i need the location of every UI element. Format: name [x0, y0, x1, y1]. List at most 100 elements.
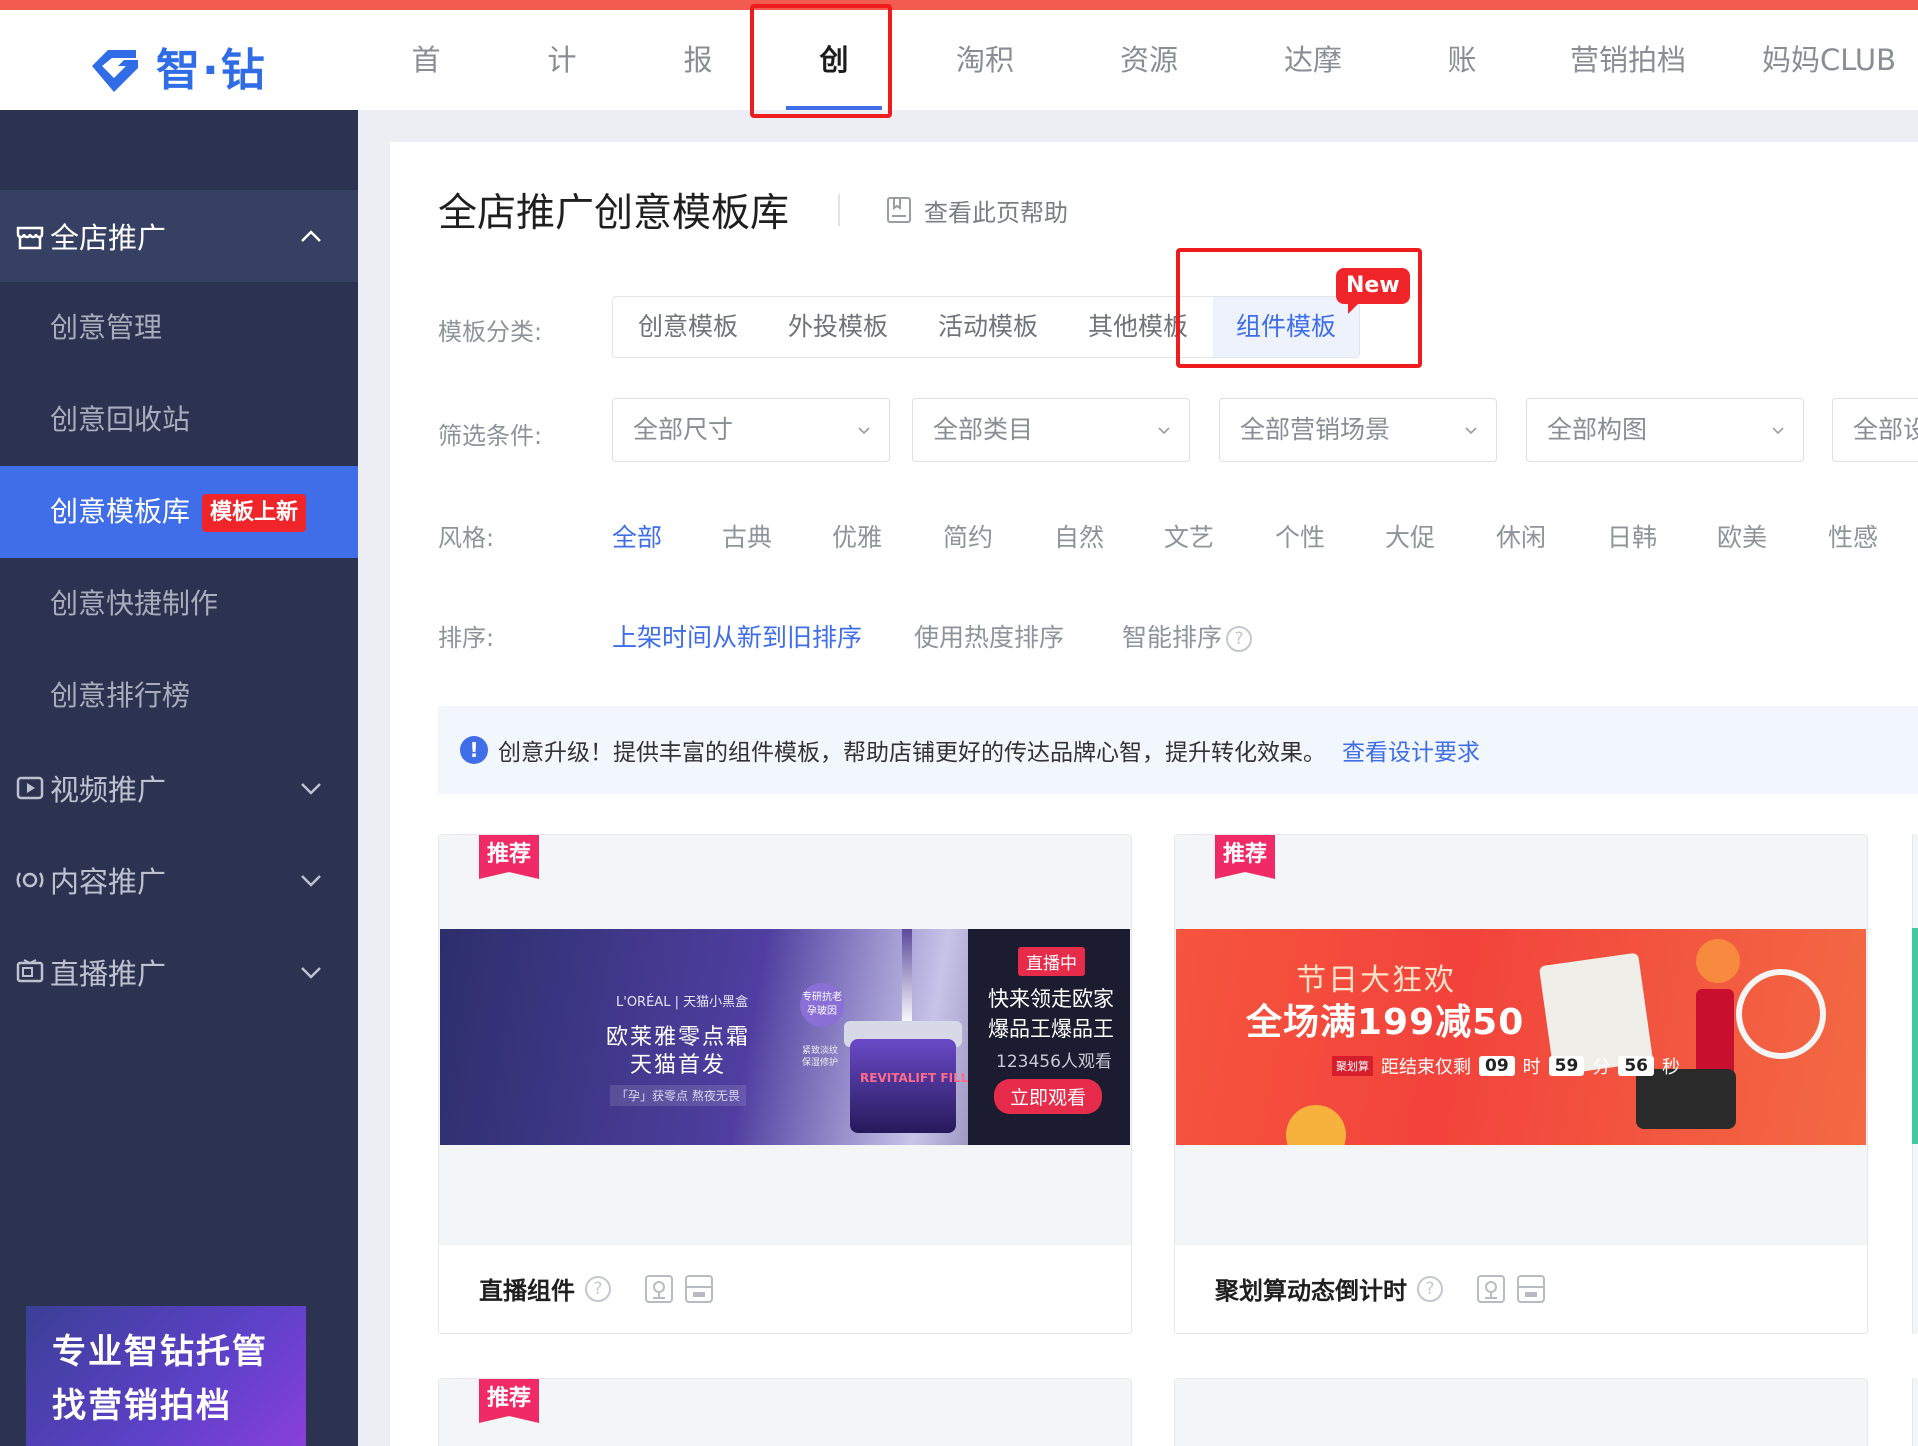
mobile-preview-icon[interactable] [683, 1273, 715, 1305]
design-requirements-link[interactable]: 查看设计要求 [1342, 733, 1480, 767]
brand-logo[interactable]: 智·钻 [86, 38, 267, 96]
sidebar-group-video[interactable]: 视频推广 [0, 742, 358, 834]
style-literary[interactable]: 文艺 [1164, 518, 1214, 554]
nav-account[interactable]: 账户 [1434, 10, 1490, 177]
sidebar-group-live[interactable]: 直播推广 [0, 926, 358, 1018]
sidebar-item-recycle-bin[interactable]: 创意回收站 [0, 374, 358, 466]
nav-creative[interactable]: 创意 [806, 10, 862, 177]
live-component-banner[interactable]: L'ORÉAL | 天猫小黑盒 欧莱雅零点霜 天猫首发 「孕」获零点 熬夜无畏 … [440, 929, 1130, 1145]
content-icon [16, 872, 44, 888]
nav-plan[interactable]: 计划 [534, 10, 590, 177]
design-select[interactable]: 全部设 [1832, 398, 1918, 462]
question-icon[interactable]: ? [585, 1275, 611, 1302]
pc-preview-icon[interactable] [643, 1273, 675, 1305]
template-card-partial[interactable] [1912, 1378, 1918, 1446]
nav-mama-club[interactable]: 妈妈CLUB [1760, 10, 1898, 110]
nav-partner[interactable]: 营销拍档 [1570, 10, 1686, 110]
live-icon [16, 959, 44, 983]
sidebar-group-store[interactable]: 全店推广 [0, 190, 358, 282]
logo-text: 智·钻 [156, 45, 267, 96]
style-all[interactable]: 全部 [612, 518, 662, 554]
style-casual[interactable]: 休闲 [1496, 518, 1546, 554]
card-footer: 聚划算动态倒计时 ? [1215, 1271, 1547, 1306]
tab-activity-template[interactable]: 活动模板 [913, 297, 1063, 357]
scene-select[interactable]: 全部营销场景 [1219, 398, 1497, 462]
template-card-partial-banner [1912, 928, 1918, 1144]
sidebar-item-creative-manage[interactable]: 创意管理 [0, 282, 358, 374]
question-icon[interactable]: ? [1226, 626, 1253, 652]
sort-smart[interactable]: 智能排序? [1122, 618, 1253, 654]
live-viewers: 123456人观看 [996, 1052, 1112, 1072]
style-sexy[interactable]: 性感 [1828, 518, 1878, 554]
watch-now-button[interactable]: 立即观看 [994, 1079, 1103, 1114]
tab-component-template[interactable]: 组件模板 [1213, 297, 1359, 357]
info-icon: ! [460, 736, 488, 764]
product-jar [850, 1039, 956, 1133]
tab-external-template[interactable]: 外投模板 [763, 297, 913, 357]
select-value: 全部类目 [933, 415, 1034, 444]
upgrade-notice: ! 创意升级！提供丰富的组件模板，帮助店铺更好的传达品牌心智，提升转化效果。 查… [438, 706, 1918, 794]
style-promotion[interactable]: 大促 [1385, 518, 1435, 554]
store-icon [16, 226, 44, 250]
sidebar-item-template-library[interactable]: 创意模板库 模板上新 [0, 466, 358, 558]
template-card-row2-1[interactable]: 推荐 [438, 1378, 1132, 1446]
sort-popularity[interactable]: 使用热度排序 [914, 618, 1064, 654]
select-value: 全部设 [1853, 415, 1918, 444]
notice-text: 创意升级！提供丰富的组件模板，帮助店铺更好的传达品牌心智，提升转化效果。 [498, 740, 1326, 766]
sidebar-group-label: 内容推广 [50, 865, 167, 899]
chevron-down-icon [1465, 427, 1477, 435]
video-icon [16, 776, 44, 800]
countdown-banner[interactable]: 节日大狂欢 全场满199减50 聚划算 距结束仅剩 09 时 59 分 56 秒 [1176, 929, 1866, 1145]
size-select[interactable]: 全部尺寸 [612, 398, 890, 462]
category-select[interactable]: 全部类目 [912, 398, 1190, 462]
tab-creative-template[interactable]: 创意模板 [613, 297, 763, 357]
template-card-live[interactable]: 推荐 L'ORÉAL | 天猫小黑盒 欧莱雅零点霜 天猫首发 「孕」获零点 熬夜… [438, 834, 1132, 1334]
sidebar: 全店推广 创意管理 创意回收站 创意模板库 模板上新 创意快捷制作 创意排行榜 视… [0, 110, 358, 1446]
filter-label: 筛选条件: [438, 422, 543, 450]
nav-home[interactable]: 首页 [398, 10, 454, 177]
style-simple[interactable]: 简约 [943, 518, 993, 554]
sort-newest[interactable]: 上架时间从新到旧排序 [612, 618, 862, 654]
sidebar-item-ranking[interactable]: 创意排行榜 [0, 650, 358, 742]
coin-graphic [1696, 939, 1740, 983]
pc-preview-icon[interactable] [1475, 1273, 1507, 1305]
help-book-icon [887, 197, 911, 223]
style-label: 风格: [438, 524, 495, 552]
sidebar-item-quick-make[interactable]: 创意快捷制作 [0, 558, 358, 650]
card-title: 聚划算动态倒计时 [1215, 1277, 1407, 1305]
new-badge: New [1336, 268, 1410, 314]
tab-other-template[interactable]: 其他模板 [1063, 297, 1213, 357]
chevron-down-icon [1772, 427, 1784, 435]
template-card-row2-2[interactable] [1174, 1378, 1868, 1446]
composition-select[interactable]: 全部构图 [1526, 398, 1804, 462]
main-panel: 全店推广创意模板库 查看此页帮助 模板分类: 创意模板 外投模板 活动模板 其他… [390, 142, 1918, 1446]
minutes-unit: 分 [1592, 1057, 1611, 1078]
style-personality[interactable]: 个性 [1275, 518, 1325, 554]
style-western[interactable]: 欧美 [1717, 518, 1767, 554]
mobile-preview-icon[interactable] [1515, 1273, 1547, 1305]
promo-banner[interactable]: 专业智钻托管 找营销拍档 [26, 1306, 306, 1446]
nav-taojimu[interactable]: 淘积木 [942, 10, 1028, 177]
style-elegant[interactable]: 优雅 [832, 518, 882, 554]
nav-damopan[interactable]: 达摩盘 [1270, 10, 1356, 177]
banner-tagline: 「孕」获零点 熬夜无畏 [610, 1085, 746, 1106]
sort-smart-label: 智能排序 [1122, 623, 1223, 652]
template-card-countdown[interactable]: 推荐 节日大狂欢 全场满199减50 聚划算 距结束仅剩 09 时 59 分 5… [1174, 834, 1868, 1334]
nav-report[interactable]: 报表 [670, 10, 726, 177]
nav-resource[interactable]: 资源位 [1106, 10, 1192, 177]
chevron-down-icon [301, 783, 321, 795]
card-title: 直播组件 [479, 1277, 575, 1305]
sidebar-group-label: 直播推广 [50, 957, 167, 991]
sidebar-group-label: 视频推广 [50, 773, 167, 807]
question-icon[interactable]: ? [1417, 1275, 1443, 1302]
live-badge: 直播中 [1018, 947, 1085, 976]
live-line-2: 爆品王爆品王 [988, 1017, 1114, 1041]
style-jp-kr[interactable]: 日韩 [1607, 518, 1657, 554]
dropper-graphic [902, 929, 912, 1025]
style-classic[interactable]: 古典 [722, 518, 772, 554]
sidebar-group-content[interactable]: 内容推广 [0, 834, 358, 926]
style-natural[interactable]: 自然 [1054, 518, 1104, 554]
chevron-down-icon [301, 875, 321, 887]
card-preview-area [1175, 1379, 1867, 1446]
page-help-link[interactable]: 查看此页帮助 [884, 190, 1068, 230]
